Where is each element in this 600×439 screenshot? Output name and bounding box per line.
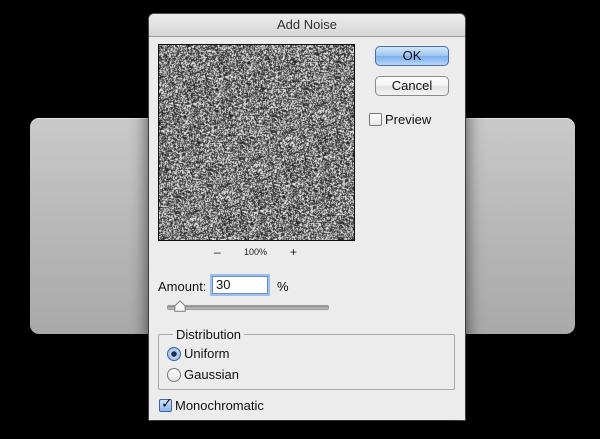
percent-unit: % bbox=[277, 279, 289, 294]
cancel-button[interactable]: Cancel bbox=[375, 76, 449, 96]
zoom-out-button[interactable]: – bbox=[214, 246, 221, 258]
gaussian-label: Gaussian bbox=[184, 367, 239, 382]
amount-slider-track[interactable] bbox=[167, 305, 329, 310]
preview-checkbox[interactable] bbox=[369, 113, 382, 126]
zoom-in-button[interactable]: + bbox=[290, 246, 297, 258]
monochromatic-checkbox[interactable]: ✓ bbox=[159, 395, 173, 412]
uniform-radio[interactable] bbox=[167, 347, 181, 361]
gaussian-radio[interactable] bbox=[167, 368, 181, 382]
add-noise-dialog: Add Noise – 100% + OK Cancel Preview Amo… bbox=[149, 14, 465, 420]
zoom-level: 100% bbox=[244, 247, 268, 257]
preview-label: Preview bbox=[385, 112, 432, 127]
ok-button[interactable]: OK bbox=[375, 46, 449, 66]
triangle-thumb-icon[interactable] bbox=[174, 300, 186, 312]
amount-input[interactable] bbox=[212, 276, 268, 294]
monochromatic-label: Monochromatic bbox=[175, 398, 264, 413]
distribution-legend: Distribution bbox=[173, 327, 245, 342]
zoom-controls: – 100% + bbox=[158, 246, 355, 260]
dialog-title: Add Noise bbox=[149, 14, 465, 37]
noise-preview-canvas bbox=[159, 45, 354, 240]
check-icon: ✓ bbox=[161, 395, 173, 411]
amount-label: Amount: bbox=[158, 279, 207, 294]
uniform-label: Uniform bbox=[184, 346, 230, 361]
noise-preview-image[interactable] bbox=[158, 44, 355, 241]
